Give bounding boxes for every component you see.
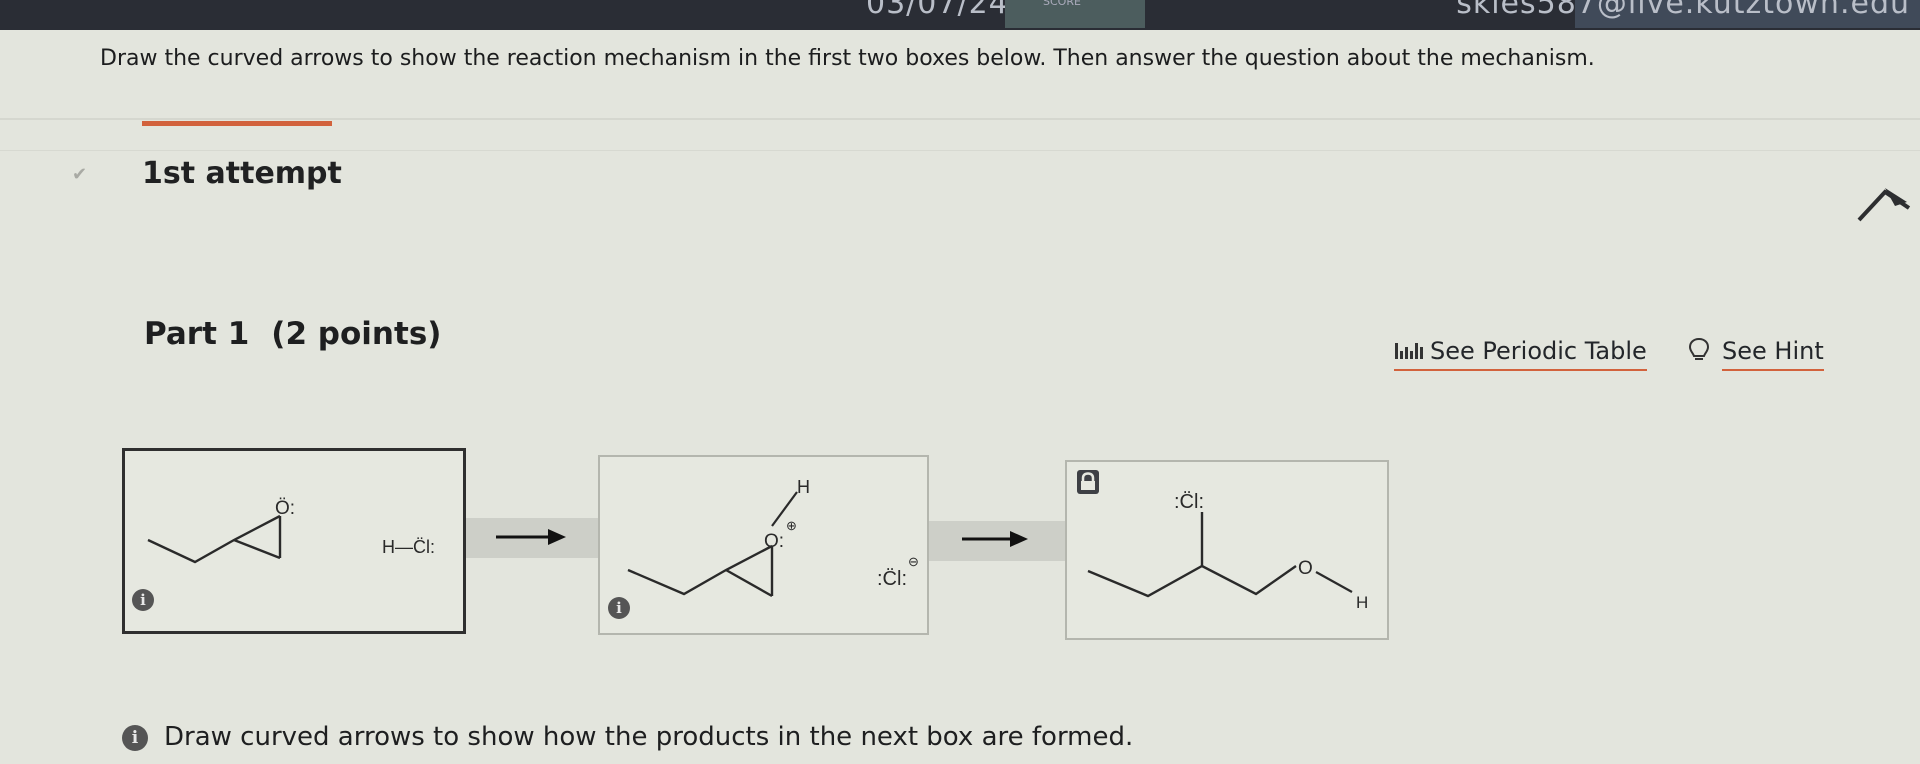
attempt-accent-bar <box>142 121 332 126</box>
footer-text: Draw curved arrows to show how the produ… <box>164 722 1134 752</box>
lightbulb-icon <box>1688 337 1710 360</box>
collapse-arrow-icon[interactable] <box>1855 184 1913 224</box>
part-name: Part 1 <box>144 316 250 352</box>
attempt-label[interactable]: 1st attempt <box>142 156 342 191</box>
info-icon[interactable]: i <box>608 597 630 619</box>
top-bar: 03/07/24 SCORE skles587@live.kutztown.ed… <box>0 0 1920 30</box>
part-points: (2 points) <box>271 316 442 352</box>
molecule-drawings: Ö: H—C̈l: H O: ⊕ :C̈l: ⊖ :C̈l: O H <box>147 477 1368 612</box>
divider <box>0 118 1920 120</box>
reaction-connector-2 <box>927 521 1065 561</box>
footer-instruction: i Draw curved arrows to show how the prod… <box>122 722 1133 752</box>
see-hint-link[interactable]: See Hint <box>1688 337 1824 371</box>
see-periodic-table-link[interactable]: See Periodic Table <box>1394 337 1647 371</box>
hint-label: See Hint <box>1722 337 1824 371</box>
info-icon[interactable]: i <box>132 589 154 611</box>
part-title: Part 1 (2 points) <box>144 316 441 352</box>
lock-icon <box>1077 470 1099 494</box>
due-date: 03/07/24 <box>866 0 1009 21</box>
section-divider <box>0 150 1920 151</box>
mechanism-box-1[interactable] <box>122 448 466 634</box>
product-box <box>1065 460 1389 640</box>
chevron-down-icon[interactable]: ✔ <box>72 164 87 185</box>
user-email: skles587@live.kutztown.edu <box>1456 0 1910 21</box>
reaction-connector-1 <box>462 518 598 558</box>
mechanism-box-2[interactable] <box>598 455 929 635</box>
score-label: SCORE <box>1043 0 1081 8</box>
periodic-table-label: See Periodic Table <box>1430 337 1647 365</box>
info-icon[interactable]: i <box>122 725 148 751</box>
periodic-table-icon <box>1395 343 1423 359</box>
instructions-text: Draw the curved arrows to show the react… <box>100 46 1595 71</box>
